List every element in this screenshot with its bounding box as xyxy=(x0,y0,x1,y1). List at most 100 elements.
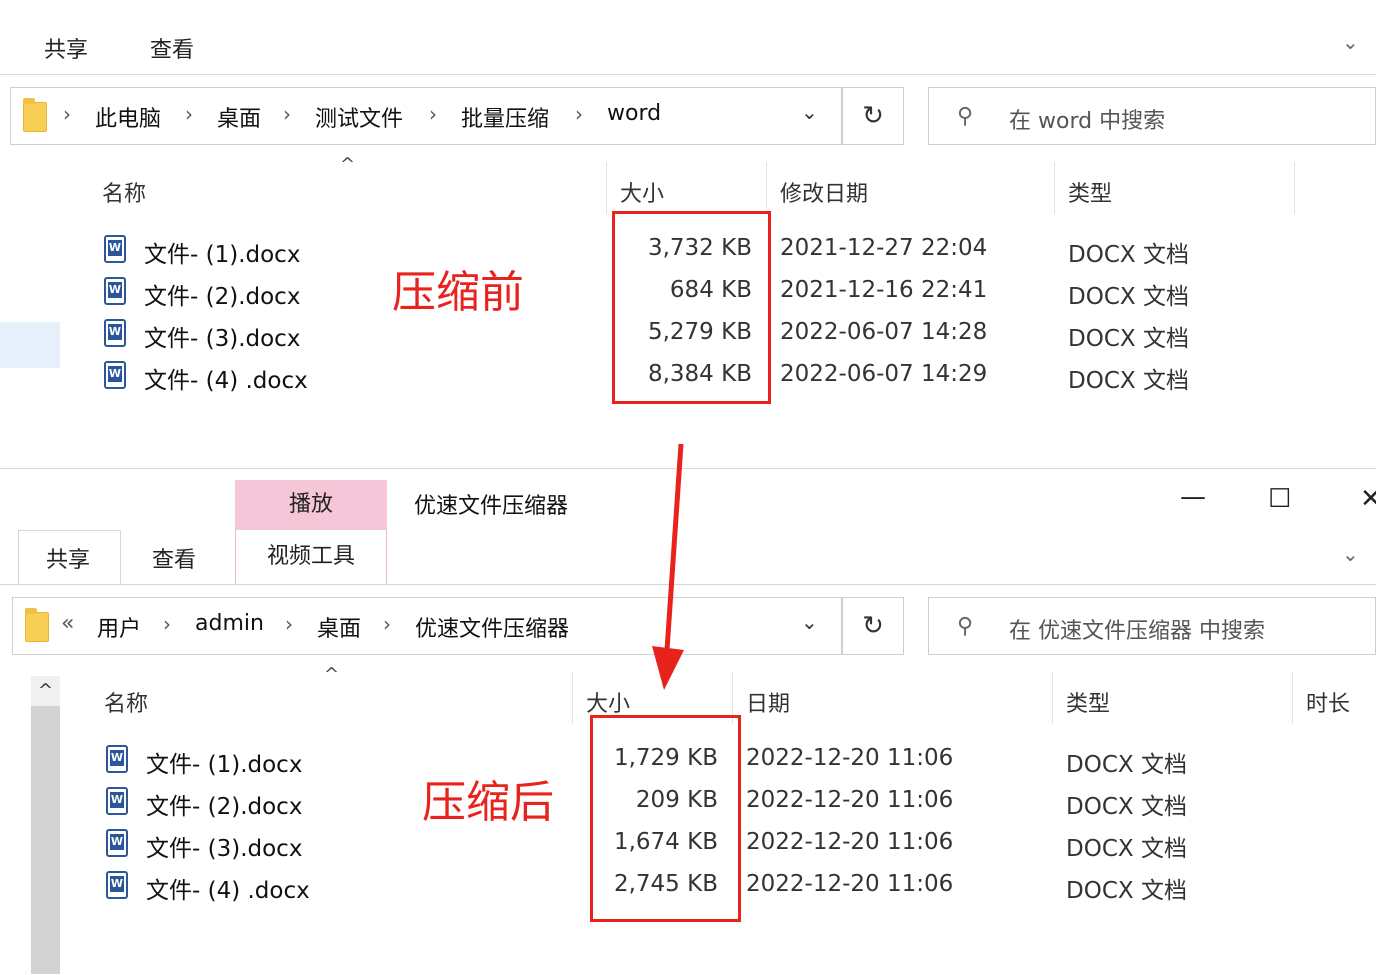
chevron-right-icon[interactable]: › xyxy=(185,102,193,126)
file-name[interactable]: 文件- (1).docx xyxy=(144,235,300,269)
column-header-name[interactable]: 名称 xyxy=(104,686,148,718)
address-bar[interactable]: « 用户 › admin › 桌面 › 优速文件压缩器 ⌄ xyxy=(12,597,842,655)
file-type: DOCX 文档 xyxy=(1068,326,1189,352)
file-type: DOCX 文档 xyxy=(1066,752,1187,778)
folder-icon xyxy=(23,98,47,132)
file-date: 2022-12-20 11:06 xyxy=(746,871,954,897)
breadcrumb-users[interactable]: 用户 xyxy=(97,611,141,643)
column-divider[interactable] xyxy=(1292,672,1293,724)
vertical-scrollbar[interactable] xyxy=(31,676,60,974)
file-name[interactable]: 文件- (3).docx xyxy=(144,319,300,353)
column-divider[interactable] xyxy=(1294,162,1295,214)
scroll-up-icon[interactable]: ^ xyxy=(31,676,60,706)
file-name[interactable]: 文件- (2).docx xyxy=(144,277,300,311)
ribbon-tab-share[interactable]: 共享 xyxy=(44,32,88,64)
search-box[interactable]: ⚲ 在 优速文件压缩器 中搜索 xyxy=(928,597,1376,655)
chevron-right-icon[interactable]: › xyxy=(383,612,391,636)
nav-pane-selected-item[interactable] xyxy=(0,322,60,368)
column-header-duration[interactable]: 时长 xyxy=(1306,686,1350,718)
breadcrumb-admin[interactable]: admin xyxy=(195,611,264,636)
file-name[interactable]: 文件- (3).docx xyxy=(146,829,302,863)
file-type: DOCX 文档 xyxy=(1068,242,1189,268)
file-date: 2022-12-20 11:06 xyxy=(746,745,954,771)
file-date: 2022-12-20 11:06 xyxy=(746,787,954,813)
chevron-right-icon[interactable]: › xyxy=(429,102,437,126)
column-header-date[interactable]: 日期 xyxy=(746,686,790,718)
breadcrumb-word[interactable]: word xyxy=(607,101,661,126)
file-name[interactable]: 文件- (4) .docx xyxy=(144,361,308,395)
file-type: DOCX 文档 xyxy=(1068,368,1189,394)
top-explorer-window: 共享 查看 ⌄ › 此电脑 › 桌面 › 测试文件 › 批量压缩 › word … xyxy=(0,0,1376,468)
chevron-right-icon[interactable]: › xyxy=(163,612,171,636)
column-header-type[interactable]: 类型 xyxy=(1066,686,1110,718)
annotation-before-compression: 压缩前 xyxy=(392,267,524,318)
ribbon-tab-share[interactable]: 共享 xyxy=(46,542,90,574)
column-divider[interactable] xyxy=(572,672,573,724)
breadcrumb-test-files[interactable]: 测试文件 xyxy=(315,101,403,133)
column-divider[interactable] xyxy=(1052,672,1053,724)
ribbon-expand-chevron-icon[interactable]: ⌄ xyxy=(1342,30,1359,54)
search-box[interactable]: ⚲ 在 word 中搜索 xyxy=(928,87,1376,145)
column-header-size[interactable]: 大小 xyxy=(620,176,664,208)
word-document-icon xyxy=(106,871,128,899)
chevron-right-icon[interactable]: › xyxy=(575,102,583,126)
file-name[interactable]: 文件- (2).docx xyxy=(146,787,302,821)
minimize-icon[interactable]: — xyxy=(1180,482,1206,512)
chevron-right-icon[interactable]: › xyxy=(63,102,71,126)
address-bar[interactable]: › 此电脑 › 桌面 › 测试文件 › 批量压缩 › word ⌄ xyxy=(10,87,842,145)
highlight-box-size-after xyxy=(590,715,741,922)
breadcrumb-this-pc[interactable]: 此电脑 xyxy=(95,101,161,133)
search-icon: ⚲ xyxy=(957,614,974,639)
breadcrumb-compressor-folder[interactable]: 优速文件压缩器 xyxy=(415,611,569,643)
highlight-box-size-before xyxy=(612,211,771,404)
file-type: DOCX 文档 xyxy=(1066,836,1187,862)
red-arrow-icon xyxy=(652,443,684,690)
sort-ascending-icon: ^ xyxy=(324,664,340,685)
breadcrumb-batch-compress[interactable]: 批量压缩 xyxy=(461,101,549,133)
file-date: 2021-12-27 22:04 xyxy=(780,235,988,261)
word-document-icon xyxy=(106,787,128,815)
column-divider[interactable] xyxy=(1054,162,1055,214)
file-type: DOCX 文档 xyxy=(1066,794,1187,820)
column-divider[interactable] xyxy=(606,162,607,214)
arrow-shaft xyxy=(664,443,684,651)
search-placeholder[interactable]: 在 word 中搜索 xyxy=(1009,103,1165,135)
ribbon-tab-video-tools[interactable]: 视频工具 xyxy=(235,530,387,584)
address-dropdown-chevron-icon[interactable]: ⌄ xyxy=(801,100,818,124)
refresh-icon[interactable]: ↻ xyxy=(842,87,904,145)
ribbon-tab-view[interactable]: 查看 xyxy=(150,32,194,64)
annotation-after-compression: 压缩后 xyxy=(422,777,554,828)
column-header-size[interactable]: 大小 xyxy=(586,686,630,718)
file-date: 2022-12-20 11:06 xyxy=(746,829,954,855)
contextual-tab-play[interactable]: 播放 xyxy=(235,480,387,530)
column-header-type[interactable]: 类型 xyxy=(1068,176,1112,208)
breadcrumb-desktop[interactable]: 桌面 xyxy=(317,611,361,643)
close-icon[interactable]: ✕ xyxy=(1360,484,1376,514)
file-type: DOCX 文档 xyxy=(1066,878,1187,904)
maximize-icon[interactable]: ☐ xyxy=(1268,484,1291,514)
column-header-name[interactable]: 名称 xyxy=(102,176,146,208)
ribbon-expand-chevron-icon[interactable]: ⌄ xyxy=(1342,542,1359,566)
sort-ascending-icon: ^ xyxy=(340,154,356,175)
chevron-right-icon[interactable]: › xyxy=(283,102,291,126)
file-date: 2021-12-16 22:41 xyxy=(780,277,988,303)
ribbon-divider xyxy=(0,74,1376,75)
file-name[interactable]: 文件- (4) .docx xyxy=(146,871,310,905)
address-dropdown-chevron-icon[interactable]: ⌄ xyxy=(801,610,818,634)
word-document-icon xyxy=(106,829,128,857)
word-document-icon xyxy=(104,319,126,347)
breadcrumb-overflow-icon[interactable]: « xyxy=(61,611,74,636)
folder-icon xyxy=(25,608,49,642)
breadcrumb-desktop[interactable]: 桌面 xyxy=(217,101,261,133)
file-date: 2022-06-07 14:28 xyxy=(780,319,988,345)
chevron-right-icon[interactable]: › xyxy=(285,612,293,636)
ribbon-tab-view[interactable]: 查看 xyxy=(152,542,196,574)
word-document-icon xyxy=(104,235,126,263)
file-name[interactable]: 文件- (1).docx xyxy=(146,745,302,779)
word-document-icon xyxy=(104,361,126,389)
file-date: 2022-06-07 14:29 xyxy=(780,361,988,387)
search-placeholder[interactable]: 在 优速文件压缩器 中搜索 xyxy=(1009,613,1265,645)
refresh-icon[interactable]: ↻ xyxy=(842,597,904,655)
column-header-modified-date[interactable]: 修改日期 xyxy=(780,176,868,208)
column-divider[interactable] xyxy=(766,162,767,214)
